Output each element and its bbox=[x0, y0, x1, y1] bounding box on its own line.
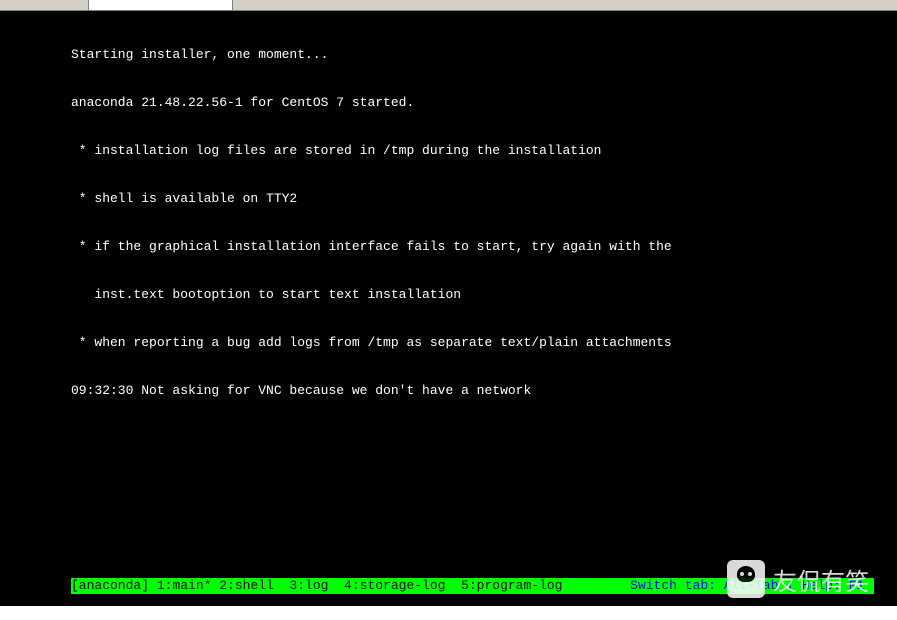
terminal-output: Starting installer, one moment... anacon… bbox=[0, 11, 897, 608]
window-bottom-area bbox=[0, 606, 897, 620]
terminal-line: * installation log files are stored in /… bbox=[0, 143, 897, 159]
terminal-line: Starting installer, one moment... bbox=[0, 47, 897, 63]
terminal-line: anaconda 21.48.22.56-1 for CentOS 7 star… bbox=[0, 95, 897, 111]
terminal-line: 09:32:30 Not asking for VNC because we d… bbox=[0, 383, 897, 399]
wechat-icon bbox=[727, 560, 765, 598]
status-bar-tabs[interactable]: [anaconda] 1:main* 2:shell 3:log 4:stora… bbox=[71, 578, 562, 594]
watermark-text: 友侃有笑 bbox=[773, 562, 869, 597]
terminal-line: * if the graphical installation interfac… bbox=[0, 239, 897, 255]
terminal-line: inst.text bootoption to start text insta… bbox=[0, 287, 897, 303]
window-tab[interactable] bbox=[88, 0, 233, 11]
watermark: 友侃有笑 bbox=[727, 560, 869, 598]
terminal-line: * shell is available on TTY2 bbox=[0, 191, 897, 207]
window-top-bar bbox=[0, 0, 897, 11]
terminal-line: * when reporting a bug add logs from /tm… bbox=[0, 335, 897, 351]
